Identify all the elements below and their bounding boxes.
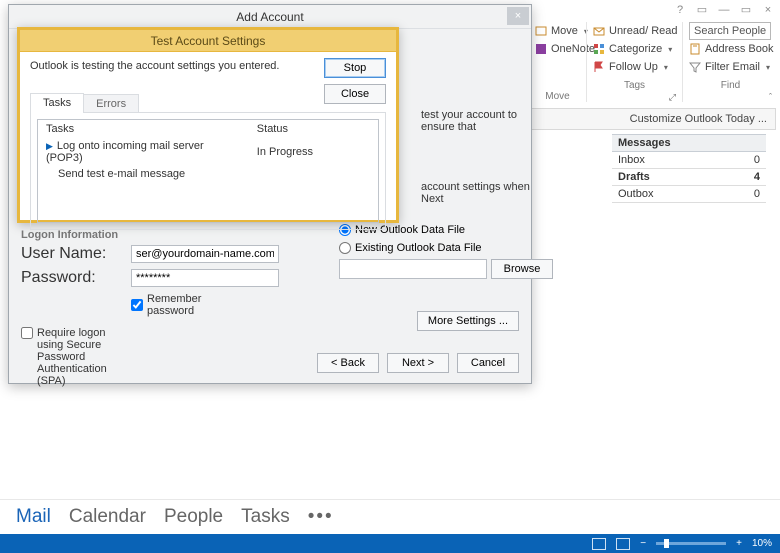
status-bar: − + 10% (0, 534, 780, 553)
close-icon[interactable]: × (762, 4, 774, 16)
col-status: Status (249, 120, 378, 138)
user-name-label: User Name: (21, 245, 131, 263)
search-people-input[interactable] (689, 22, 771, 40)
find-expand-icon[interactable]: ˆ (689, 92, 772, 102)
table-row: Outbox0 (612, 186, 766, 203)
spa-checkbox[interactable]: Require logon using Secure Password Auth… (21, 327, 131, 387)
next-button[interactable]: Next > (387, 353, 449, 373)
col-tasks: Tasks (38, 120, 249, 138)
maximize-icon[interactable]: ▭ (740, 4, 752, 16)
tags-expand-icon[interactable]: ⤢ (593, 92, 676, 102)
messages-panel: Messages Inbox0 Drafts4 Outbox0 (612, 134, 766, 203)
ribbon-group-move: Move▾ OneNote Move (528, 22, 586, 102)
zoom-out-icon[interactable]: − (640, 538, 646, 549)
onenote-button[interactable]: OneNote (535, 40, 580, 58)
radio-existing-data-file[interactable]: Existing Outlook Data File (339, 239, 523, 257)
test-tabstrip: Tasks Errors TasksStatus ▶Log onto incom… (30, 92, 386, 230)
password-label: Password: (21, 269, 131, 287)
group-label-find: Find (689, 78, 772, 91)
unread-read-button[interactable]: Unread/ Read (593, 22, 676, 40)
nav-people[interactable]: People (164, 506, 223, 528)
test-dialog-title: Test Account Settings (20, 30, 396, 52)
categorize-button[interactable]: Categorize▾ (593, 40, 676, 58)
followup-button[interactable]: Follow Up▾ (593, 58, 676, 76)
filter-email-button[interactable]: Filter Email▾ (689, 58, 772, 76)
nav-tasks[interactable]: Tasks (241, 506, 290, 528)
logon-section: Logon Information User Name: Password: R… (21, 225, 321, 393)
nav-calendar[interactable]: Calendar (69, 506, 146, 528)
ribbon-toggle-icon[interactable]: ▭ (696, 4, 708, 16)
hint-text-1: test your account to ensure that (421, 109, 531, 133)
back-button[interactable]: < Back (317, 353, 379, 373)
logon-heading: Logon Information (21, 229, 321, 241)
minimize-icon[interactable]: — (718, 4, 730, 16)
tab-tasks[interactable]: Tasks (30, 93, 84, 113)
test-account-settings-dialog: Test Account Settings Outlook is testing… (17, 27, 399, 223)
view-reading-icon[interactable] (616, 538, 630, 550)
help-icon[interactable]: ? (674, 4, 686, 16)
view-normal-icon[interactable] (592, 538, 606, 550)
cancel-button[interactable]: Cancel (457, 353, 519, 373)
ribbon-group-find: Address Book Filter Email▾ Find ˆ (682, 22, 778, 102)
ribbon-group-tags: Unread/ Read Categorize▾ Follow Up▾ Tags… (586, 22, 682, 102)
zoom-level: 10% (752, 538, 772, 549)
remember-password-checkbox[interactable]: Remember password (131, 293, 241, 317)
user-name-input[interactable] (131, 245, 279, 263)
zoom-slider[interactable] (656, 542, 726, 545)
in-progress-arrow-icon: ▶ (46, 141, 53, 151)
messages-heading: Messages (612, 134, 766, 152)
tab-errors[interactable]: Errors (83, 94, 139, 112)
table-row: Send test e-mail message (38, 166, 378, 182)
zoom-in-icon[interactable]: + (736, 538, 742, 549)
password-input[interactable] (131, 269, 279, 287)
stop-button[interactable]: Stop (324, 58, 386, 78)
dialog-titlebar: Add Account × (9, 5, 531, 29)
move-button[interactable]: Move▾ (535, 22, 580, 40)
data-file-path-input[interactable] (339, 259, 487, 279)
browse-button[interactable]: Browse (491, 259, 553, 279)
dialog-title: Add Account (236, 10, 303, 24)
table-row: Inbox0 (612, 152, 766, 169)
address-book-button[interactable]: Address Book (689, 40, 772, 58)
add-account-dialog: Add Account × test your account to ensur… (8, 4, 532, 384)
nav-more[interactable]: ••• (308, 506, 334, 528)
table-row: ▶Log onto incoming mail server (POP3)In … (38, 138, 378, 166)
group-label-move: Move (535, 89, 580, 102)
group-label-tags: Tags (593, 78, 676, 91)
nav-bar: Mail Calendar People Tasks ••• (0, 499, 780, 534)
table-row: Drafts4 (612, 169, 766, 186)
hint-text-2: account settings when Next (421, 181, 531, 205)
dialog-close-button[interactable]: × (507, 7, 529, 25)
customize-outlook-today[interactable]: Customize Outlook Today ... (530, 108, 776, 130)
nav-mail[interactable]: Mail (16, 506, 51, 528)
more-settings-button[interactable]: More Settings ... (417, 311, 519, 331)
messages-table: Inbox0 Drafts4 Outbox0 (612, 152, 766, 203)
wizard-buttons: < Back Next > Cancel (317, 353, 519, 373)
